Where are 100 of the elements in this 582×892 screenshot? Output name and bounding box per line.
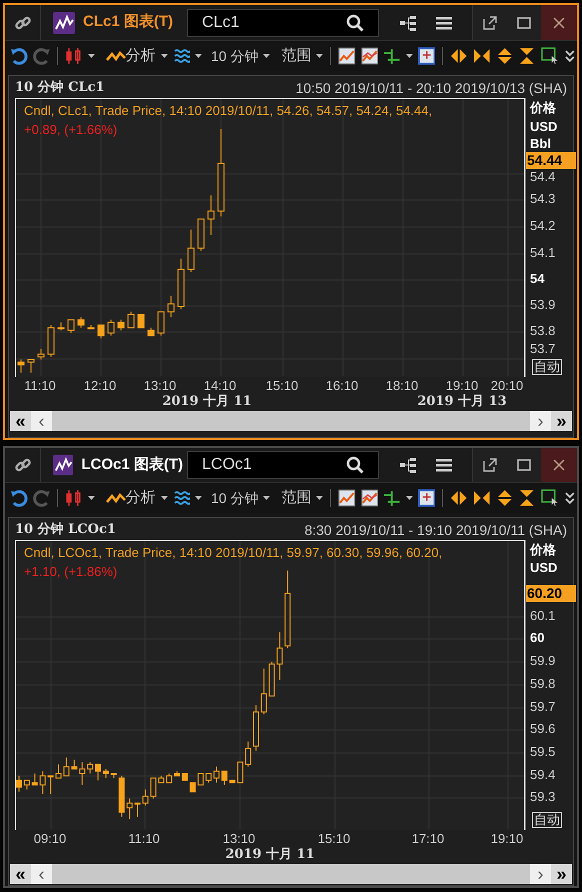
interval-menu[interactable]: 10 分钟 [210, 46, 258, 66]
candlestick [276, 632, 283, 681]
compare-chart-icon[interactable] [360, 47, 378, 65]
candlestick [40, 770, 46, 795]
expand-vertical-icon[interactable] [496, 47, 514, 65]
caret-icon[interactable] [160, 496, 168, 500]
caret-icon[interactable] [88, 496, 95, 500]
popout-icon[interactable] [483, 458, 497, 472]
scroll-left-button[interactable]: ‹ [31, 864, 52, 884]
auto-scale-button[interactable]: 自动 [532, 359, 562, 375]
chart-app-icon[interactable] [53, 454, 74, 476]
horizontal-scrollbar[interactable]: « ‹ › » [10, 411, 572, 431]
candlestick-icon[interactable] [65, 47, 83, 65]
analysis-menu[interactable]: 分析 [126, 486, 156, 510]
candlestick [24, 780, 30, 790]
candlestick [102, 768, 109, 779]
scroll-right-button[interactable]: › [530, 411, 551, 431]
candlestick [178, 258, 184, 310]
scroll-last-button[interactable]: » [551, 411, 572, 431]
price-tick: 54.2 [530, 219, 556, 232]
compare-chart-icon[interactable] [360, 489, 378, 508]
time-tick: 15:10 [266, 379, 298, 392]
horizontal-scrollbar[interactable]: « ‹ › » [10, 864, 572, 884]
axis-unit-label: 价格 [530, 543, 556, 556]
interval-menu[interactable]: 10 分钟 [210, 488, 258, 509]
scroll-first-button[interactable]: « [10, 864, 31, 884]
zoom-box-icon[interactable] [418, 489, 436, 508]
search-field[interactable]: LCOc1 [187, 451, 379, 480]
candlestick [208, 194, 214, 236]
scroll-left-button[interactable]: ‹ [31, 411, 52, 431]
maximize-icon[interactable] [517, 459, 531, 472]
close-button[interactable] [541, 5, 577, 40]
redo-icon[interactable] [32, 489, 50, 508]
caret-icon[interactable] [160, 54, 168, 58]
range-menu[interactable]: 范围 [281, 486, 312, 510]
axis-unit-label: Bbl [530, 137, 551, 150]
price-tick: 60.1 [530, 609, 556, 622]
compress-horizontal-icon[interactable] [472, 47, 491, 65]
caret-icon[interactable] [316, 496, 324, 500]
compress-vertical-icon[interactable] [518, 489, 536, 508]
caret-icon[interactable] [263, 496, 270, 500]
expand-horizontal-icon[interactable] [450, 489, 468, 508]
redo-icon[interactable] [32, 47, 50, 65]
maximize-icon[interactable] [517, 16, 531, 28]
chart-app-icon[interactable] [53, 12, 75, 34]
caret-icon[interactable] [316, 54, 324, 58]
caret-icon[interactable] [406, 496, 413, 500]
range-menu[interactable]: 范围 [281, 44, 312, 68]
hierarchy-icon[interactable] [399, 456, 417, 474]
undo-icon[interactable] [10, 489, 28, 508]
line-chart-icon[interactable] [338, 489, 356, 508]
caret-icon[interactable] [263, 54, 270, 58]
popout-icon[interactable] [483, 16, 497, 30]
caret-icon[interactable] [88, 54, 95, 58]
line-chart-icon[interactable] [338, 47, 356, 65]
search-icon[interactable] [346, 456, 364, 474]
candlestick [56, 764, 62, 779]
candlestick [63, 757, 70, 776]
caret-icon[interactable] [195, 54, 202, 58]
candlestick-icon[interactable] [65, 489, 83, 508]
crosshair-icon[interactable] [383, 489, 401, 508]
waves-icon[interactable] [172, 489, 190, 508]
expand-horizontal-icon[interactable] [450, 47, 468, 65]
chart-legend: Cndl, CLc1, Trade Price, 14:10 2019/10/11, 54.26, 54.57, 54.24, 54.44, [24, 101, 432, 120]
undo-icon[interactable] [10, 47, 28, 65]
scroll-right-button[interactable]: › [530, 864, 551, 884]
zoom-box-icon[interactable] [418, 47, 436, 65]
close-button[interactable] [541, 448, 577, 482]
crosshair-icon[interactable] [383, 47, 401, 65]
price-tick: 54.3 [530, 192, 556, 205]
candlestick [16, 775, 22, 792]
window-title: LCOc1 图表(T) [81, 454, 183, 475]
expand-vertical-icon[interactable] [496, 489, 514, 508]
candlestick [108, 319, 114, 336]
search-field[interactable]: CLc1 [187, 8, 379, 36]
time-tick: 09:10 [34, 832, 66, 845]
caret-icon[interactable] [195, 496, 202, 500]
scroll-first-button[interactable]: « [10, 411, 31, 431]
candlestick [142, 788, 148, 806]
select-area-icon[interactable] [540, 489, 558, 508]
menu-icon[interactable] [435, 456, 453, 474]
candlestick [214, 766, 220, 784]
time-tick: 17:10 [412, 832, 444, 845]
compress-horizontal-icon[interactable] [472, 489, 491, 508]
compress-vertical-icon[interactable] [518, 47, 536, 65]
price-tick: 53.9 [530, 298, 556, 311]
auto-scale-button[interactable]: 自动 [532, 812, 562, 828]
chart-heading: 10 分钟 CLc1 [15, 79, 105, 98]
price-change: +0.89, (+1.66%) [24, 121, 118, 139]
candlestick [32, 773, 38, 786]
waves-icon[interactable] [172, 47, 190, 65]
time-tick: 18:10 [386, 379, 418, 392]
scroll-last-button[interactable]: » [551, 864, 572, 884]
caret-icon[interactable] [406, 54, 413, 58]
search-icon[interactable] [346, 14, 364, 32]
select-area-icon[interactable] [540, 47, 558, 65]
candlestick [118, 319, 124, 331]
analysis-menu[interactable]: 分析 [126, 44, 156, 68]
price-tick: 54 [530, 272, 544, 285]
hierarchy-icon[interactable] [399, 14, 417, 32]
